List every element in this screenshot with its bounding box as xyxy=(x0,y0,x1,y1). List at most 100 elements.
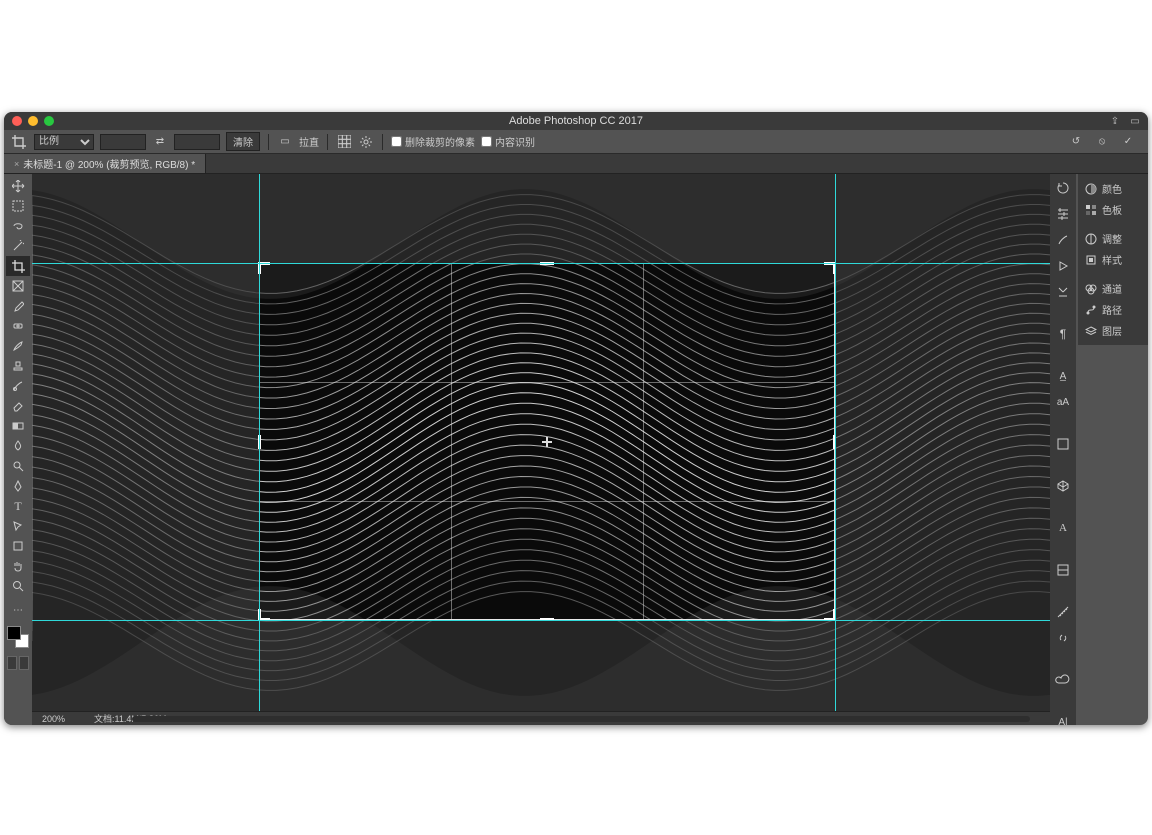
collapsed-panel-ribbon: ¶ A̲ aA A A| xyxy=(1050,174,1076,725)
color-icon xyxy=(1084,182,1098,196)
screen-mode[interactable] xyxy=(7,656,29,670)
adjustments-icon xyxy=(1084,232,1098,246)
navigator-panel-icon[interactable] xyxy=(1053,434,1073,454)
crop-height-input[interactable] xyxy=(174,134,220,150)
reset-icon[interactable]: ↺ xyxy=(1068,134,1084,150)
frame-tool[interactable] xyxy=(6,276,30,296)
move-tool[interactable] xyxy=(6,176,30,196)
options-bar: 比例 ⇄ 清除 ▭ 拉直 删除裁剪的像素 内容识别 ↺ ⦸ ✓ xyxy=(4,130,1148,154)
document-tab-row: × 未标题-1 @ 200% (裁剪预览, RGB/8) * xyxy=(4,154,1148,174)
guide-horizontal[interactable] xyxy=(32,263,1050,264)
swatches-panel-tab[interactable]: 色板 xyxy=(1078,199,1148,220)
marquee-tool[interactable] xyxy=(6,196,30,216)
workspace-icon[interactable]: ▭ xyxy=(1128,114,1142,128)
canvas-workarea[interactable] xyxy=(32,174,1050,711)
guide-horizontal[interactable] xyxy=(32,620,1050,621)
guide-vertical[interactable] xyxy=(835,174,836,711)
grid-overlay-icon[interactable] xyxy=(336,134,352,150)
pen-tool[interactable] xyxy=(6,476,30,496)
crop-grid-line xyxy=(451,264,452,619)
ratio-select[interactable]: 比例 xyxy=(34,134,94,150)
delete-cropped-input[interactable] xyxy=(391,136,402,147)
actions-panel-icon[interactable] xyxy=(1053,256,1073,276)
shape-tool[interactable] xyxy=(6,536,30,556)
foreground-color-swatch[interactable] xyxy=(7,626,21,640)
link-panel-icon[interactable] xyxy=(1053,628,1073,648)
cc-libraries-icon[interactable] xyxy=(1053,670,1073,690)
swap-dimensions-icon[interactable]: ⇄ xyxy=(152,134,168,150)
app-title: Adobe Photoshop CC 2017 xyxy=(4,115,1148,127)
wand-tool[interactable] xyxy=(6,236,30,256)
cancel-icon[interactable]: ⦸ xyxy=(1094,134,1110,150)
crop-grid-line xyxy=(643,264,644,619)
heal-tool[interactable] xyxy=(6,316,30,336)
zoom-tool[interactable] xyxy=(6,576,30,596)
properties-panel-icon[interactable] xyxy=(1053,204,1073,224)
gradient-tool[interactable] xyxy=(6,416,30,436)
titlebar-right-icons: ⇪ ▭ xyxy=(1108,112,1142,130)
delete-cropped-checkbox[interactable]: 删除裁剪的像素 xyxy=(391,134,475,149)
info-panel-icon[interactable] xyxy=(1053,282,1073,302)
crop-grid-line xyxy=(260,501,834,502)
layout-panel-icon[interactable] xyxy=(1053,560,1073,580)
type-tool[interactable]: T xyxy=(6,496,30,516)
adjustments-panel-tab[interactable]: 调整 xyxy=(1078,228,1148,249)
3d-panel-icon[interactable] xyxy=(1053,476,1073,496)
straighten-icon[interactable]: ▭ xyxy=(277,134,293,150)
separator xyxy=(382,134,383,150)
scrollbar-track[interactable] xyxy=(132,716,1030,722)
eyedropper-tool[interactable] xyxy=(6,296,30,316)
panel-tabs: 颜色 色板 调整 样式 通道 路径 图层 xyxy=(1078,174,1148,345)
history-brush-tool[interactable] xyxy=(6,376,30,396)
content-aware-input[interactable] xyxy=(481,136,492,147)
clear-button[interactable]: 清除 xyxy=(226,132,260,151)
photoshop-window: Adobe Photoshop CC 2017 ⇪ ▭ 比例 ⇄ 清除 ▭ 拉直… xyxy=(4,112,1148,725)
paths-panel-tab[interactable]: 路径 xyxy=(1078,299,1148,320)
lasso-tool[interactable] xyxy=(6,216,30,236)
glyphs-panel-icon[interactable]: aA xyxy=(1053,392,1073,412)
path-select-tool[interactable] xyxy=(6,516,30,536)
measure-panel-icon[interactable] xyxy=(1053,602,1073,622)
styles-panel-tab[interactable]: 样式 xyxy=(1078,249,1148,270)
paragraph-panel-icon[interactable]: ¶ xyxy=(1053,324,1073,344)
channels-panel-tab[interactable]: 通道 xyxy=(1078,278,1148,299)
crop-rect[interactable] xyxy=(259,263,835,620)
styles-icon xyxy=(1084,253,1098,267)
close-tab-icon[interactable]: × xyxy=(14,159,19,169)
share-icon[interactable]: ⇪ xyxy=(1108,114,1122,128)
layers-panel-tab[interactable]: 图层 xyxy=(1078,320,1148,341)
hand-tool[interactable] xyxy=(6,556,30,576)
status-bar: 200% 文档:11.4M/5.86M ▸ xyxy=(32,711,1050,725)
crop-center-icon xyxy=(542,437,552,447)
paragraph-styles-icon[interactable]: A| xyxy=(1053,712,1073,725)
character-panel-icon[interactable]: A̲ xyxy=(1053,366,1073,386)
separator xyxy=(327,134,328,150)
crop-width-input[interactable] xyxy=(100,134,146,150)
channels-icon xyxy=(1084,282,1098,296)
guide-vertical[interactable] xyxy=(259,174,260,711)
brush-panel-icon[interactable] xyxy=(1053,230,1073,250)
history-panel-icon[interactable] xyxy=(1053,178,1073,198)
canvas-viewport[interactable] xyxy=(32,174,1050,711)
crop-tool-icon xyxy=(10,133,28,151)
commit-icon[interactable]: ✓ xyxy=(1120,134,1136,150)
color-panel-tab[interactable]: 颜色 xyxy=(1078,178,1148,199)
gear-icon[interactable] xyxy=(358,134,374,150)
eraser-tool[interactable] xyxy=(6,396,30,416)
dodge-tool[interactable] xyxy=(6,456,30,476)
crop-tool[interactable] xyxy=(6,256,30,276)
horizontal-scrollbar[interactable] xyxy=(132,714,1030,724)
more-tools-icon[interactable]: ⋯ xyxy=(6,600,30,620)
layers-icon xyxy=(1084,324,1098,338)
stamp-tool[interactable] xyxy=(6,356,30,376)
character-styles-icon[interactable]: A xyxy=(1053,518,1073,538)
document-tab[interactable]: × 未标题-1 @ 200% (裁剪预览, RGB/8) * xyxy=(4,154,206,173)
color-swatch[interactable] xyxy=(7,626,29,648)
content-aware-checkbox[interactable]: 内容识别 xyxy=(481,134,535,149)
separator xyxy=(268,134,269,150)
brush-tool[interactable] xyxy=(6,336,30,356)
zoom-level[interactable]: 200% xyxy=(42,714,82,724)
swatches-icon xyxy=(1084,203,1098,217)
blur-tool[interactable] xyxy=(6,436,30,456)
paths-icon xyxy=(1084,303,1098,317)
